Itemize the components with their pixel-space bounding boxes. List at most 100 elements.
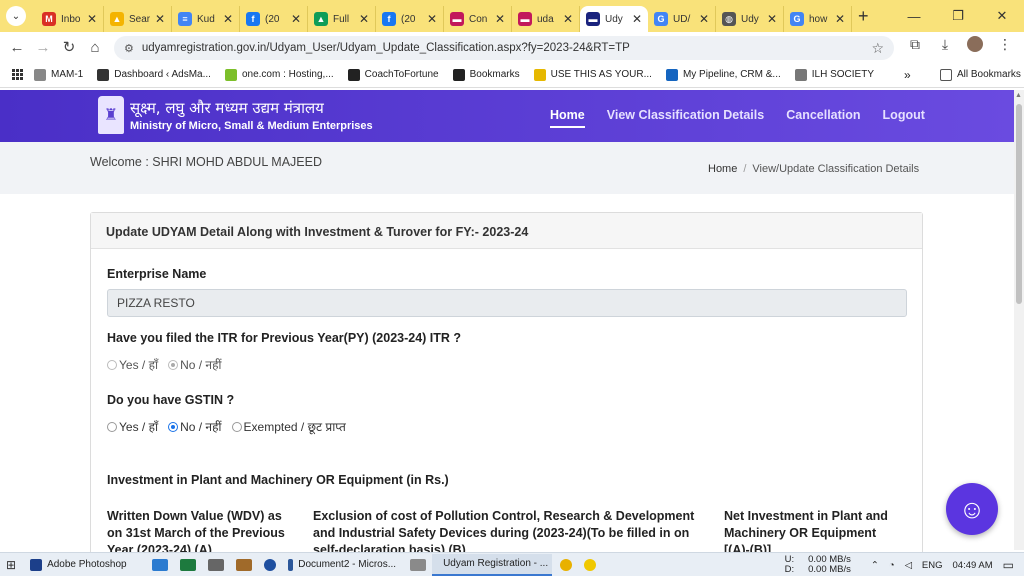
breadcrumb-home[interactable]: Home: [708, 163, 737, 175]
nav-home[interactable]: Home: [550, 108, 585, 128]
notification-icon[interactable]: ▭: [1003, 558, 1014, 572]
chevron-down-icon: ⌄: [11, 10, 21, 22]
site-info-icon[interactable]: ⚙: [124, 42, 134, 55]
nav-logout[interactable]: Logout: [883, 108, 925, 128]
url-text: udyamregistration.gov.in/Udyam_User/Udya…: [141, 42, 630, 54]
start-button[interactable]: ⊞: [6, 558, 16, 572]
bookmark-item[interactable]: My Pipeline, CRM &...: [665, 68, 781, 81]
clock[interactable]: 04:49 AM: [953, 560, 993, 571]
bookmark-favicon-icon: [34, 68, 46, 81]
reload-icon[interactable]: ↻: [56, 38, 82, 56]
language-indicator[interactable]: ENG: [922, 560, 943, 571]
excel-icon[interactable]: [180, 558, 197, 571]
browser-tab[interactable]: ▬ Con ✕: [444, 6, 512, 32]
file-icon[interactable]: [410, 558, 427, 571]
new-tab-button[interactable]: +: [858, 6, 869, 27]
menu-icon[interactable]: ⋮: [990, 36, 1020, 55]
more-bookmarks-icon[interactable]: »: [904, 68, 911, 82]
browser-tab[interactable]: f (20 ✕: [240, 6, 308, 32]
download-icon[interactable]: ⤓: [930, 36, 960, 55]
close-tab-icon[interactable]: ✕: [835, 12, 845, 26]
taskbar-chrome[interactable]: Udyam Registration - ...: [432, 553, 553, 576]
all-bookmarks-folder[interactable]: All Bookmarks: [940, 68, 1021, 81]
taskbar-photoshop[interactable]: Adobe Photoshop: [24, 554, 144, 576]
close-tab-icon[interactable]: ✕: [767, 12, 777, 26]
browser-tab[interactable]: f (20 ✕: [376, 6, 444, 32]
taskbar-word[interactable]: Document2 - Micros...: [282, 554, 402, 576]
close-tab-icon[interactable]: ✕: [699, 12, 709, 26]
gst-no-option[interactable]: No / नहीं: [168, 418, 222, 435]
bookmark-item[interactable]: ILH SOCIETY: [794, 68, 874, 81]
close-tab-icon[interactable]: ✕: [223, 12, 233, 26]
scroll-thumb[interactable]: [1016, 104, 1022, 304]
tab-title: uda: [537, 13, 554, 25]
snapchat-icon[interactable]: [584, 558, 597, 571]
close-tab-icon[interactable]: ✕: [495, 12, 505, 26]
close-tab-icon[interactable]: ✕: [155, 12, 165, 26]
chrome-icon-2[interactable]: [560, 558, 573, 571]
tray-chevron-icon[interactable]: ⌃: [871, 560, 879, 571]
app-icon[interactable]: [236, 558, 253, 571]
gst-no-radio[interactable]: [168, 421, 179, 432]
nav-view-classification[interactable]: View Classification Details: [607, 108, 764, 128]
back-icon[interactable]: ←: [4, 39, 30, 56]
zoom-icon[interactable]: [264, 558, 277, 571]
bookmark-star-icon[interactable]: ☆: [871, 40, 884, 57]
profile-avatar[interactable]: [960, 36, 990, 55]
close-tab-icon[interactable]: ✕: [563, 12, 573, 26]
gst-exempted-radio[interactable]: [231, 421, 242, 432]
net-investment-column-heading: Net Investment in Plant and Machinery OR…: [724, 509, 888, 554]
ministry-name-english: Ministry of Micro, Small & Medium Enterp…: [130, 120, 373, 132]
breadcrumb: Home / View/Update Classification Details: [708, 163, 919, 175]
minimize-icon[interactable]: —: [892, 9, 936, 24]
bookmark-item[interactable]: USE THIS AS YOUR...: [533, 68, 652, 81]
gst-yes-radio[interactable]: [107, 421, 117, 432]
close-window-icon[interactable]: ✕: [980, 8, 1024, 24]
nav-cancellation[interactable]: Cancellation: [786, 108, 860, 128]
itr-yes-label: Yes / हाँ: [119, 358, 159, 372]
browser-tab[interactable]: ▲ Full ✕: [308, 6, 376, 32]
apps-grid-icon[interactable]: [12, 68, 24, 81]
enterprise-name-field[interactable]: PIZZA RESTO: [107, 289, 907, 317]
wifi-icon[interactable]: ◔: [889, 560, 895, 571]
scroll-up-icon[interactable]: ▲: [1015, 92, 1022, 99]
extensions-icon[interactable]: ⧉: [900, 36, 930, 55]
url-input[interactable]: ⚙ udyamregistration.gov.in/Udyam_User/Ud…: [114, 36, 894, 60]
itr-no-radio[interactable]: [168, 359, 179, 370]
bookmark-item[interactable]: MAM-1: [34, 68, 83, 81]
browser-tab[interactable]: G UD/ ✕: [648, 6, 716, 32]
browser-tab[interactable]: ≡ Kud ✕: [172, 6, 240, 32]
close-tab-icon[interactable]: ✕: [427, 12, 437, 26]
close-tab-icon[interactable]: ✕: [87, 12, 97, 26]
main-nav: Home View Classification Details Cancell…: [550, 108, 947, 128]
browser-tab[interactable]: Ghow ✕: [784, 6, 852, 32]
monitor-icon[interactable]: [152, 558, 169, 571]
bookmark-item[interactable]: one.com : Hosting,...: [224, 68, 334, 81]
gst-exempted-option[interactable]: Exempted / छूट प्राप्त: [231, 418, 346, 435]
bookmark-item[interactable]: Bookmarks: [452, 68, 520, 81]
accessibility-icon[interactable]: ☺: [946, 483, 998, 535]
itr-yes-option[interactable]: Yes / हाँ: [107, 356, 158, 373]
browser-tab[interactable]: ▲ Sear ✕: [104, 6, 172, 32]
gst-yes-option[interactable]: Yes / हाँ: [107, 418, 158, 435]
close-tab-icon[interactable]: ✕: [632, 12, 642, 26]
taskbar-word-label: Document2 - Micros...: [298, 559, 397, 570]
bookmark-item[interactable]: CoachToFortune: [347, 68, 439, 81]
browser-tab[interactable]: ▬ Udy ✕: [580, 6, 648, 32]
tab-search-button[interactable]: ⌄: [6, 6, 26, 26]
facebook-icon: f: [382, 12, 396, 26]
usb-icon[interactable]: [208, 558, 225, 571]
browser-tab[interactable]: ◍ Udy ✕: [716, 6, 784, 32]
home-icon[interactable]: ⌂: [82, 39, 108, 56]
page-scrollbar[interactable]: ▲: [1014, 90, 1024, 550]
restore-icon[interactable]: ❐: [936, 8, 980, 24]
browser-tab[interactable]: ▬ uda ✕: [512, 6, 580, 32]
volume-icon[interactable]: ◁: [905, 560, 912, 571]
forward-icon[interactable]: →: [30, 39, 56, 56]
itr-no-option[interactable]: No / नहीं: [168, 356, 222, 373]
browser-tab[interactable]: M Inbo ✕: [36, 6, 104, 32]
close-tab-icon[interactable]: ✕: [291, 12, 301, 26]
close-tab-icon[interactable]: ✕: [359, 12, 369, 26]
itr-yes-radio[interactable]: [107, 359, 117, 370]
bookmark-item[interactable]: Dashboard ‹ AdsMa...: [97, 68, 211, 81]
